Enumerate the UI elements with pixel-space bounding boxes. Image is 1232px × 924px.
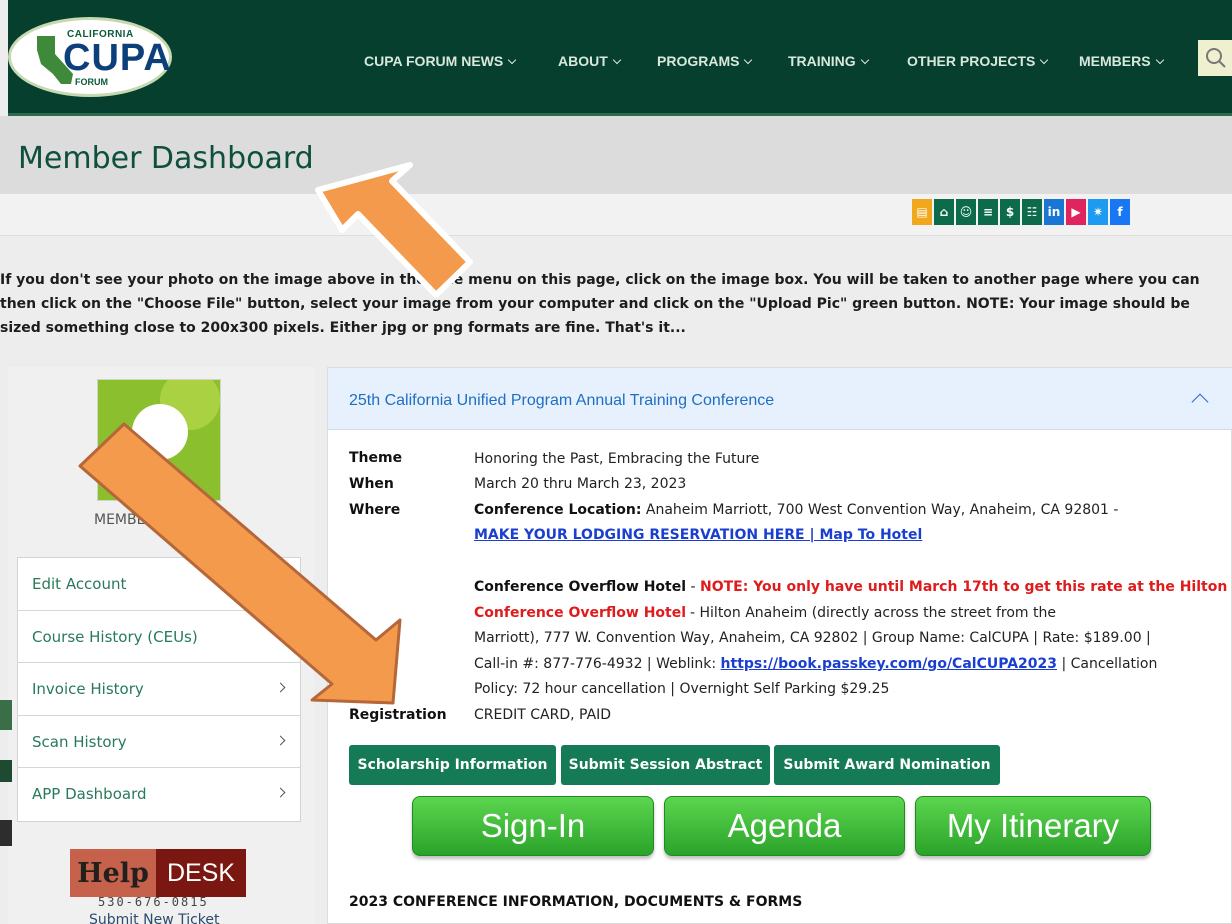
submit-session-abstract-button[interactable]: Submit Session Abstract: [561, 745, 770, 785]
menu-scan-history[interactable]: Scan History: [18, 716, 300, 768]
helpdesk-phone: 530-676-0815: [98, 895, 209, 909]
background-photo-fragment: [0, 760, 12, 782]
agenda-button[interactable]: Agenda: [664, 796, 905, 856]
nav-label: PROGRAMS: [657, 53, 740, 69]
logo-text-bottom: FORUM: [75, 77, 108, 87]
sign-in-button[interactable]: Sign-In: [412, 796, 654, 856]
location-value: Anaheim Marriott, 700 West Convention Wa…: [645, 502, 1119, 518]
when-label: When: [349, 476, 394, 492]
chevron-right-icon: [275, 787, 286, 798]
chevron-down-icon: [860, 55, 869, 65]
instructions-line: sized something close to 200x300 pixels.…: [0, 320, 686, 336]
home-icon[interactable]: ⌂: [934, 199, 954, 225]
search-icon: [1206, 48, 1226, 68]
passkey-weblink[interactable]: https://book.passkey.com/go/CalCUPA2023: [721, 656, 1057, 672]
theme-value: Honoring the Past, Embracing the Future: [474, 451, 760, 467]
nav-other-projects[interactable]: OTHER PROJECTS: [907, 53, 1049, 69]
chevron-down-icon: [744, 55, 753, 65]
registration-label: Registration: [349, 707, 447, 723]
menu-course-history[interactable]: Course History (CEUs): [18, 611, 300, 663]
menu-label: Edit Account: [32, 575, 127, 593]
menu-invoice-history[interactable]: Invoice History: [18, 663, 300, 716]
registration-value: CREDIT CARD, PAID: [474, 707, 612, 723]
submit-ticket-link[interactable]: Submit New Ticket: [89, 912, 220, 924]
site-header: [8, 0, 1232, 113]
overflow-line-2: - Hilton Anaheim (directly across the st…: [690, 605, 1056, 621]
helpdesk-help-text: Help: [70, 849, 156, 897]
chevron-down-icon: [1040, 55, 1049, 65]
nav-label: ABOUT: [558, 53, 608, 69]
cart-icon[interactable]: ☷: [1022, 199, 1042, 225]
list-icon[interactable]: ≡: [978, 199, 998, 225]
menu-label: APP Dashboard: [32, 785, 147, 803]
facebook-icon[interactable]: f: [1110, 199, 1130, 225]
chevron-right-icon: [275, 735, 286, 745]
nav-cupa-forum-news[interactable]: CUPA FORUM NEWS: [364, 53, 517, 69]
instructions-line: then click on the "Choose File" button, …: [0, 296, 1190, 312]
my-itinerary-button[interactable]: My Itinerary: [915, 796, 1151, 856]
twitter-icon[interactable]: ✷: [1088, 199, 1108, 225]
conference-title: 25th California Unified Program Annual T…: [349, 392, 775, 409]
chevron-right-icon: [275, 577, 286, 588]
lodging-line: MAKE YOUR LODGING RESERVATION HERE | Map…: [474, 523, 922, 549]
overflow-line-4: Call-in #: 877-776-4932 | Weblink: https…: [474, 652, 1157, 678]
conference-documents-heading: 2023 CONFERENCE INFORMATION, DOCUMENTS &…: [349, 894, 803, 910]
overflow-label: Conference Overflow Hotel: [474, 579, 687, 595]
when-value: March 20 thru March 23, 2023: [474, 476, 687, 492]
youtube-icon[interactable]: ▶: [1066, 199, 1086, 225]
nav-about[interactable]: ABOUT: [558, 53, 622, 69]
submit-award-nomination-button[interactable]: Submit Award Nomination: [774, 745, 1000, 785]
menu-label: Course History (CEUs): [32, 627, 198, 646]
theme-label: Theme: [349, 450, 403, 466]
nav-label: CUPA FORUM NEWS: [364, 53, 504, 69]
nav-label: OTHER PROJECTS: [907, 53, 1036, 69]
scholarship-information-button[interactable]: Scholarship Information: [349, 745, 556, 785]
menu-label: Scan History: [32, 732, 127, 751]
chevron-right-icon: [275, 630, 286, 640]
quick-links-icons: ▤ ⌂ ☺ ≡ $ ☷ in ▶ ✷ f: [912, 199, 1132, 225]
helpdesk-logo[interactable]: Help DESK: [70, 849, 246, 897]
instructions-line: If you don't see your photo on the image…: [0, 272, 1200, 288]
chevron-right-icon: [275, 682, 286, 693]
nav-label: MEMBERS: [1079, 53, 1151, 69]
menu-edit-account[interactable]: Edit Account: [18, 558, 300, 611]
chevron-down-icon: [612, 55, 622, 65]
account-menu: Edit Account Course History (CEUs) Invoi…: [17, 557, 301, 822]
menu-app-dashboard[interactable]: APP Dashboard: [18, 768, 300, 821]
overflow-line-5: Policy: 72 hour cancellation | Overnight…: [474, 681, 890, 697]
helpdesk-desk-text: DESK: [156, 849, 246, 897]
member-label: MEMBER: [94, 512, 156, 528]
dollar-icon[interactable]: $: [1000, 199, 1020, 225]
cupa-logo[interactable]: CALIFORNIA CUPA FORUM: [8, 17, 172, 97]
overflow-text: Call-in #: 877-776-4932 | Weblink:: [474, 656, 717, 672]
logo-text-main: CUPA: [63, 37, 172, 79]
menu-label: Invoice History: [32, 680, 144, 698]
lodging-reservation-link[interactable]: MAKE YOUR LODGING RESERVATION HERE | Map…: [474, 527, 922, 543]
page-title: Member Dashboard: [18, 141, 314, 176]
calendar-icon[interactable]: ▤: [912, 199, 932, 225]
nav-programs[interactable]: PROGRAMS: [657, 53, 753, 69]
chevron-down-icon: [507, 55, 517, 65]
overflow-text: | Cancellation: [1061, 656, 1158, 672]
search-button[interactable]: [1198, 40, 1232, 76]
nav-label: TRAINING: [788, 53, 856, 69]
user-icon[interactable]: ☺: [956, 199, 976, 225]
where-label: Where: [349, 502, 401, 518]
overflow-text: Hilton Anaheim (directly across the stre…: [699, 605, 1056, 621]
photo-instructions: If you don't see your photo on the image…: [0, 268, 1230, 340]
chevron-down-icon: [1155, 55, 1164, 65]
avatar-upload[interactable]: [97, 379, 221, 501]
location-label: Conference Location:: [474, 502, 642, 518]
nav-members[interactable]: MEMBERS: [1079, 53, 1164, 69]
background-photo-fragment: [0, 700, 12, 730]
location-line: Conference Location: Anaheim Marriott, 7…: [474, 498, 1118, 524]
nav-training[interactable]: TRAINING: [788, 53, 869, 69]
user-silhouette-icon: [98, 380, 220, 500]
background-photo-fragment: [0, 820, 12, 846]
linkedin-icon[interactable]: in: [1044, 199, 1064, 225]
overflow-line-3: Marriott), 777 W. Convention Way, Anahei…: [474, 630, 1151, 646]
